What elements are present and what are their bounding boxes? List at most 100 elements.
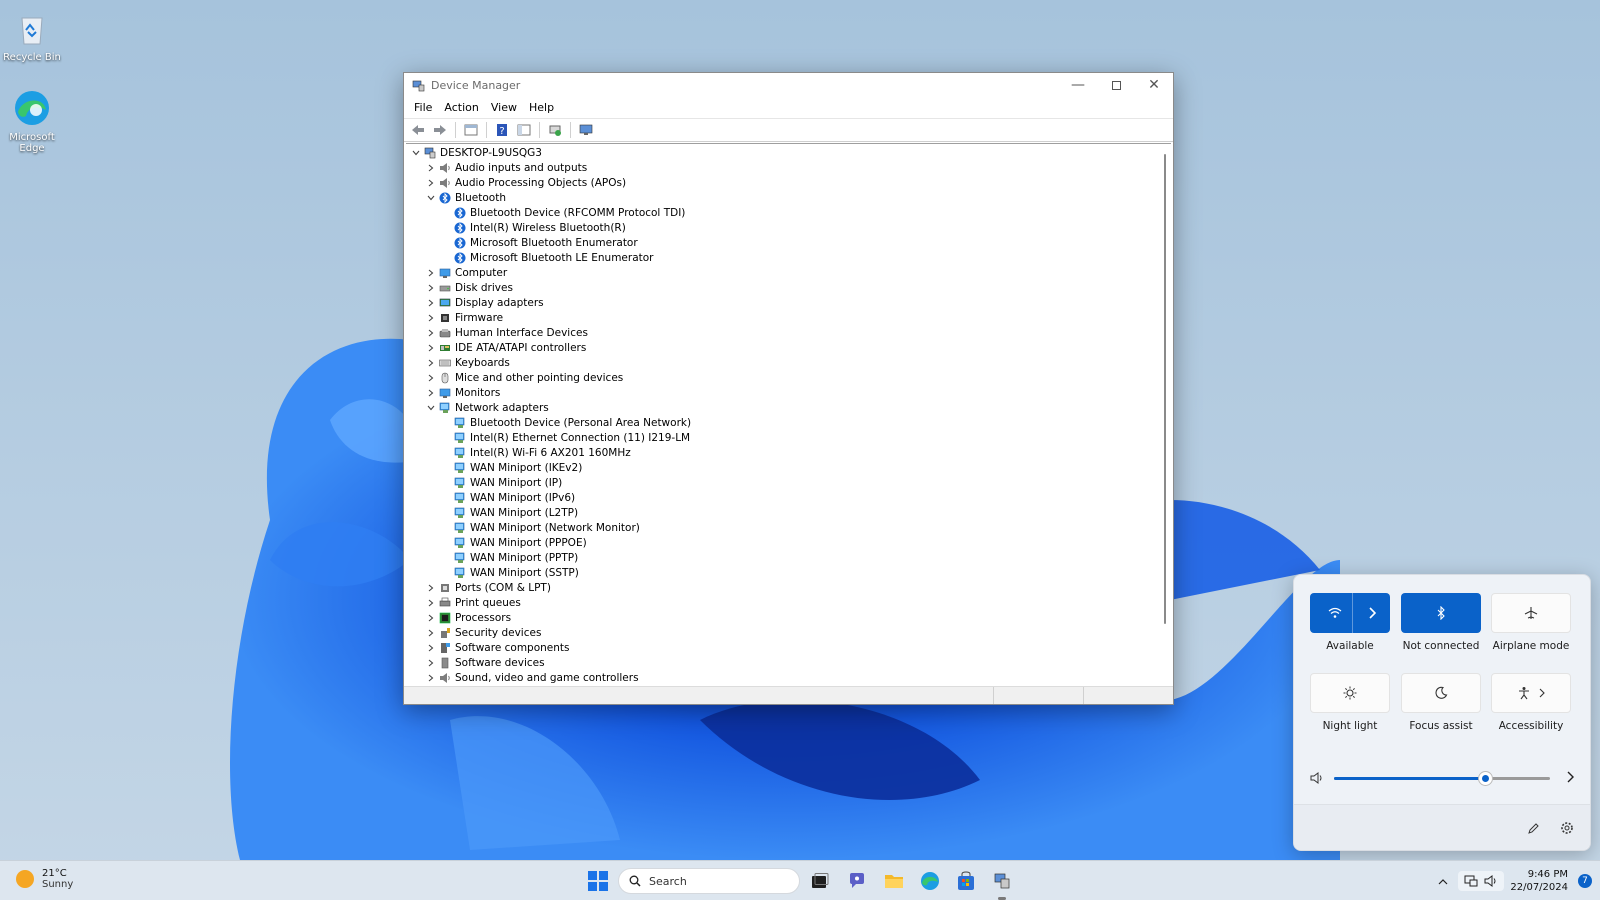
expand-chevron-icon[interactable] (425, 297, 437, 309)
expand-chevron-icon[interactable] (425, 372, 437, 384)
device-tree-pane[interactable]: DESKTOP-L9USQG3 Audio inputs and outputs A… (406, 143, 1171, 684)
tree-category-node[interactable]: Keyboards (406, 355, 1171, 370)
focus-assist-tile[interactable] (1401, 673, 1481, 713)
tree-category-node[interactable]: Network adapters (406, 400, 1171, 415)
volume-slider-thumb[interactable] (1478, 772, 1492, 785)
tree-category-node[interactable]: IDE ATA/ATAPI controllers (406, 340, 1171, 355)
expand-chevron-icon[interactable] (425, 582, 437, 594)
tree-category-node[interactable]: Audio Processing Objects (APOs) (406, 175, 1171, 190)
tree-device-node[interactable]: WAN Miniport (IPv6) (406, 490, 1171, 505)
volume-slider[interactable] (1334, 772, 1550, 785)
expand-chevron-icon[interactable] (425, 162, 437, 174)
quick-settings-button[interactable] (1458, 871, 1505, 891)
microsoft-store-button[interactable] (954, 869, 978, 893)
tree-device-node[interactable]: WAN Miniport (IKEv2) (406, 460, 1171, 475)
airplane-mode-tile[interactable] (1491, 593, 1571, 633)
menu-file[interactable]: File (408, 101, 438, 114)
start-button[interactable] (586, 869, 610, 893)
tree-category-node[interactable]: Security devices (406, 625, 1171, 640)
tree-device-node[interactable]: Bluetooth Device (Personal Area Network) (406, 415, 1171, 430)
clock[interactable]: 9:46 PM 22/07/2024 (1510, 868, 1568, 894)
menu-view[interactable]: View (485, 101, 523, 114)
tree-category-node[interactable]: Mice and other pointing devices (406, 370, 1171, 385)
tree-category-node[interactable]: Display adapters (406, 295, 1171, 310)
audio-output-button[interactable] (1562, 769, 1578, 785)
tree-device-node[interactable]: Intel(R) Wireless Bluetooth(R) (406, 220, 1171, 235)
expand-chevron-icon[interactable] (425, 597, 437, 609)
scrollbar-thumb[interactable] (1164, 154, 1166, 624)
expand-chevron-icon[interactable] (425, 177, 437, 189)
tree-category-node[interactable]: Firmware (406, 310, 1171, 325)
collapse-chevron-icon[interactable] (410, 147, 422, 159)
tree-category-node[interactable]: Print queues (406, 595, 1171, 610)
menu-action[interactable]: Action (438, 101, 484, 114)
tree-device-node[interactable]: WAN Miniport (PPPOE) (406, 535, 1171, 550)
expand-chevron-icon[interactable] (425, 627, 437, 639)
taskbar-search-box[interactable]: Search (618, 868, 800, 894)
edge-button[interactable] (918, 869, 942, 893)
tree-category-node[interactable]: Audio inputs and outputs (406, 160, 1171, 175)
tree-category-node[interactable]: Ports (COM & LPT) (406, 580, 1171, 595)
tree-device-node[interactable]: Bluetooth Device (RFCOMM Protocol TDI) (406, 205, 1171, 220)
expand-chevron-icon[interactable] (425, 282, 437, 294)
scan-hardware-button[interactable] (576, 121, 596, 139)
help-button[interactable]: ? (492, 121, 512, 139)
expand-chevron-icon[interactable] (425, 672, 437, 684)
task-view-button[interactable] (808, 869, 832, 893)
tree-device-node[interactable]: WAN Miniport (L2TP) (406, 505, 1171, 520)
tree-category-node[interactable]: Sound, video and game controllers (406, 670, 1171, 684)
tree-device-node[interactable]: WAN Miniport (IP) (406, 475, 1171, 490)
tree-device-node[interactable]: WAN Miniport (Network Monitor) (406, 520, 1171, 535)
collapse-chevron-icon[interactable] (425, 192, 437, 204)
tree-device-node[interactable]: WAN Miniport (SSTP) (406, 565, 1171, 580)
night-light-tile[interactable] (1310, 673, 1390, 713)
wifi-expand-button[interactable] (1353, 593, 1390, 633)
file-explorer-button[interactable] (882, 869, 906, 893)
expand-chevron-icon[interactable] (425, 612, 437, 624)
expand-chevron-icon[interactable] (425, 327, 437, 339)
edit-quick-settings-button[interactable] (1524, 819, 1542, 837)
device-manager-taskbar-button[interactable] (990, 869, 1014, 893)
tree-category-node[interactable]: Computer (406, 265, 1171, 280)
tree-category-node[interactable]: Software devices (406, 655, 1171, 670)
maximize-button[interactable] (1097, 73, 1135, 97)
properties-button[interactable] (461, 121, 481, 139)
tree-device-node[interactable]: Microsoft Bluetooth LE Enumerator (406, 250, 1171, 265)
tree-device-node[interactable]: Intel(R) Wi-Fi 6 AX201 160MHz (406, 445, 1171, 460)
tree-device-node[interactable]: Microsoft Bluetooth Enumerator (406, 235, 1171, 250)
close-button[interactable]: ✕ (1135, 73, 1173, 97)
tree-category-node[interactable]: Human Interface Devices (406, 325, 1171, 340)
tree-category-node[interactable]: Bluetooth (406, 190, 1171, 205)
weather-widget[interactable]: 21°C Sunny (16, 868, 73, 890)
show-hidden-icons-button[interactable] (1434, 869, 1452, 893)
expand-chevron-icon[interactable] (425, 357, 437, 369)
tree-device-node[interactable]: WAN Miniport (PPTP) (406, 550, 1171, 565)
notification-badge[interactable]: 7 (1578, 874, 1592, 888)
vertical-scrollbar[interactable] (1157, 144, 1171, 684)
forward-button[interactable] (430, 121, 450, 139)
tree-category-node[interactable]: Processors (406, 610, 1171, 625)
expand-chevron-icon[interactable] (425, 312, 437, 324)
tree-device-node[interactable]: Intel(R) Ethernet Connection (11) I219-L… (406, 430, 1171, 445)
bluetooth-tile[interactable] (1401, 593, 1481, 633)
expand-chevron-icon[interactable] (425, 642, 437, 654)
expand-chevron-icon[interactable] (425, 342, 437, 354)
desktop-icon-edge[interactable]: Microsoft Edge (0, 88, 64, 154)
expand-chevron-icon[interactable] (425, 267, 437, 279)
teams-chat-button[interactable] (846, 869, 870, 893)
minimize-button[interactable]: — (1059, 73, 1097, 97)
expand-chevron-icon[interactable] (425, 387, 437, 399)
back-button[interactable] (408, 121, 428, 139)
accessibility-tile[interactable] (1491, 673, 1571, 713)
tree-category-node[interactable]: Software components (406, 640, 1171, 655)
show-hide-console-button[interactable] (514, 121, 534, 139)
title-bar[interactable]: Device Manager — ✕ (404, 73, 1173, 97)
tree-category-node[interactable]: Disk drives (406, 280, 1171, 295)
desktop-icon-recycle-bin[interactable]: Recycle Bin (0, 8, 64, 63)
menu-help[interactable]: Help (523, 101, 560, 114)
expand-chevron-icon[interactable] (425, 657, 437, 669)
tree-category-node[interactable]: Monitors (406, 385, 1171, 400)
all-settings-button[interactable] (1558, 819, 1576, 837)
collapse-chevron-icon[interactable] (425, 402, 437, 414)
tree-root-node[interactable]: DESKTOP-L9USQG3 (406, 145, 1171, 160)
